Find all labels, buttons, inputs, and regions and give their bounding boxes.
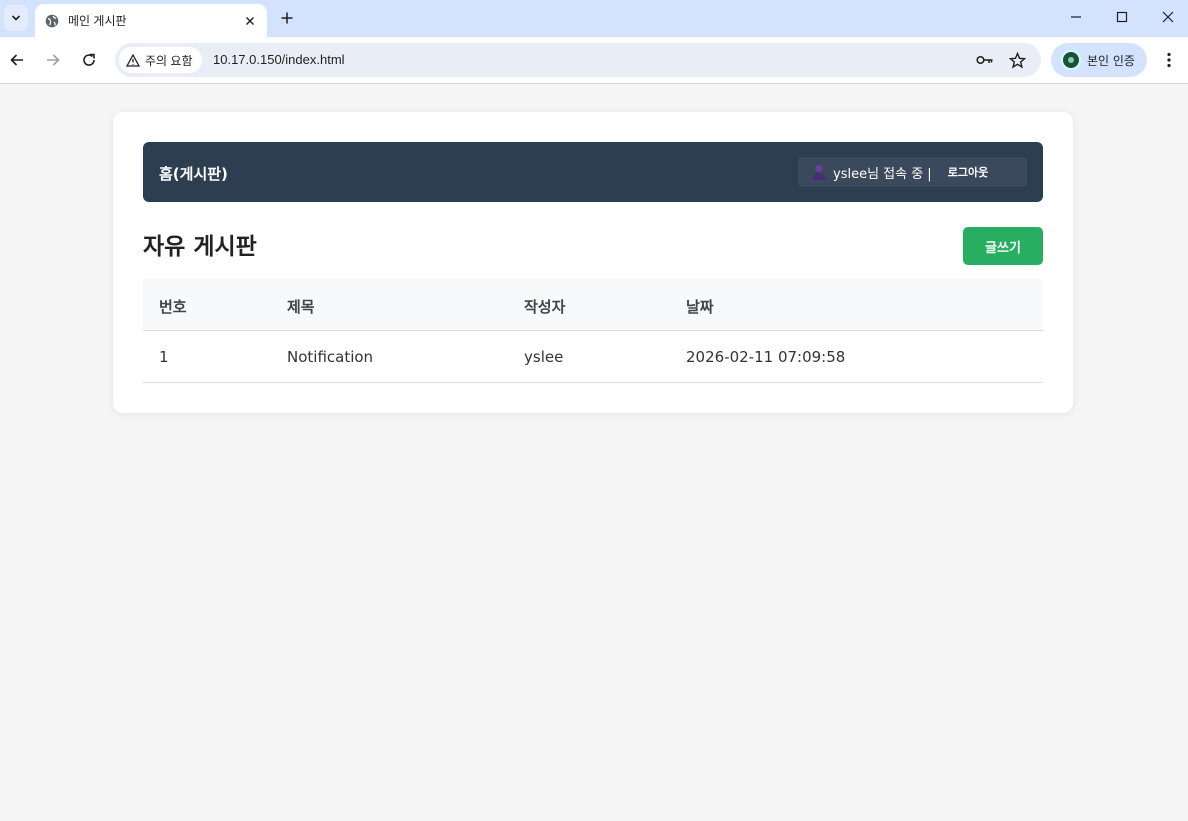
- row-author: yslee: [524, 348, 564, 366]
- close-window-button[interactable]: [1154, 5, 1182, 29]
- board-card: 홈(게시판) yslee님 접속 중 | 로그아웃 자유 게시판 글쓰기 번호 …: [113, 112, 1073, 413]
- reload-icon: [83, 53, 95, 66]
- security-chip[interactable]: 주의 요함: [119, 47, 202, 73]
- browser-tab-bar: 메인 게시판: [0, 0, 1188, 37]
- password-key-button[interactable]: [976, 51, 994, 69]
- minimize-icon: [1071, 16, 1081, 18]
- row-date: 2026-02-11 07:09:58: [686, 348, 846, 366]
- user-icon: [812, 165, 826, 180]
- tab-search-button[interactable]: [4, 5, 28, 31]
- back-button[interactable]: [6, 49, 28, 71]
- maximize-icon: [1116, 11, 1128, 23]
- tab-title: 메인 게시판: [68, 14, 127, 28]
- toolbar-divider: [0, 83, 1188, 84]
- key-icon: [976, 55, 993, 65]
- chevron-down-icon: [11, 15, 21, 21]
- plus-icon: [281, 12, 293, 24]
- post-table: 번호 제목 작성자 날짜 1 Notification yslee 2026-0…: [143, 279, 1043, 383]
- header-author: 작성자: [524, 298, 566, 316]
- url-text[interactable]: 10.17.0.150/index.html: [213, 52, 345, 67]
- write-post-button[interactable]: 글쓰기: [963, 227, 1043, 265]
- logout-button[interactable]: 로그아웃: [942, 161, 994, 183]
- bookmark-button[interactable]: [1008, 51, 1026, 69]
- user-status-text: yslee님 접속 중 |: [833, 166, 932, 182]
- user-status-box: yslee님 접속 중 | 로그아웃: [798, 157, 1027, 187]
- browser-menu-button[interactable]: [1160, 49, 1178, 71]
- minimize-button[interactable]: [1062, 5, 1090, 29]
- maximize-button[interactable]: [1108, 5, 1136, 29]
- close-tab-icon[interactable]: [242, 13, 258, 29]
- header-title: 제목: [287, 298, 315, 316]
- profile-button[interactable]: 본인 인증: [1051, 43, 1147, 77]
- browser-toolbar: 주의 요함 10.17.0.150/index.html 본인 인증: [0, 37, 1188, 83]
- profile-avatar-icon: [1061, 50, 1081, 70]
- home-link[interactable]: 홈(게시판): [159, 163, 228, 184]
- arrow-left-icon: [10, 54, 23, 66]
- table-row[interactable]: 1 Notification yslee 2026-02-11 07:09:58: [143, 331, 1043, 383]
- row-no: 1: [159, 348, 169, 366]
- security-label: 주의 요함: [145, 53, 193, 68]
- header-date: 날짜: [686, 298, 714, 316]
- arrow-right-icon: [47, 54, 60, 66]
- page-title: 자유 게시판: [143, 234, 257, 260]
- star-icon: [1008, 51, 1026, 68]
- forward-button[interactable]: [42, 49, 64, 71]
- more-vert-icon: [1167, 52, 1171, 68]
- table-header: 번호 제목 작성자 날짜: [143, 279, 1043, 331]
- address-bar[interactable]: 주의 요함 10.17.0.150/index.html: [115, 43, 1041, 77]
- warning-icon: [126, 53, 140, 67]
- reload-button[interactable]: [78, 49, 100, 71]
- header-no: 번호: [159, 298, 187, 316]
- site-header: 홈(게시판) yslee님 접속 중 | 로그아웃: [143, 142, 1043, 202]
- browser-tab[interactable]: 메인 게시판: [35, 4, 267, 37]
- row-title-link[interactable]: Notification: [287, 348, 373, 366]
- globe-icon: [45, 14, 59, 27]
- new-tab-button[interactable]: [277, 8, 297, 28]
- profile-label: 본인 인증: [1087, 53, 1135, 68]
- close-icon: [1162, 11, 1174, 23]
